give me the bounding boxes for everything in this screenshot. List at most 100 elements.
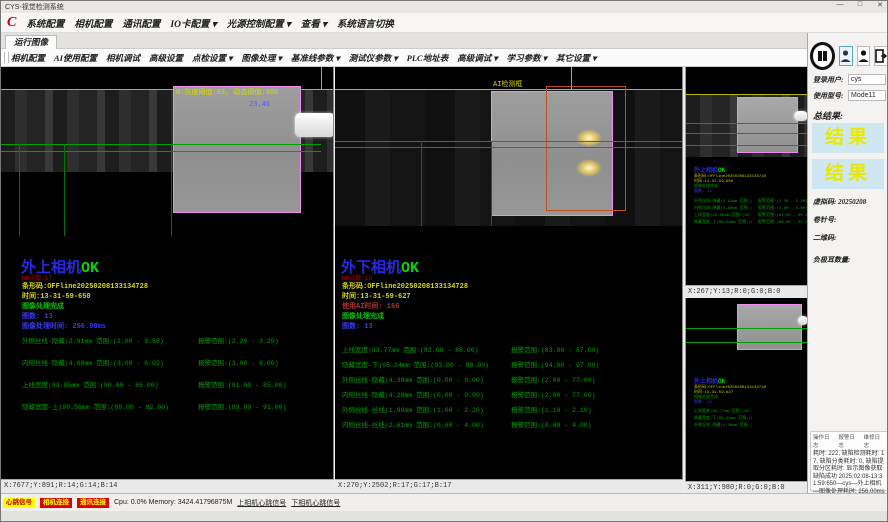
tool-ai-config[interactable]: AI使用配置 — [54, 52, 97, 64]
measurement-alarm: 报警范围:(81.00 - 85.00) — [198, 379, 286, 389]
product-region — [737, 304, 802, 350]
measurement-alarm: 报警范围:(1.10 - 2.10) — [511, 404, 592, 414]
tool-image-processing[interactable]: 图像处理 ▾ — [241, 52, 281, 64]
tool-advanced-debug[interactable]: 高级调试 ▾ — [457, 52, 497, 64]
pin-number-label: 卷针号: — [813, 215, 836, 225]
admin-user-button[interactable] — [857, 46, 870, 66]
measure-line — [686, 145, 807, 146]
tool-tester-params[interactable]: 测试仪参数 ▾ — [349, 52, 398, 64]
tool-other-settings[interactable]: 其它设置 ▾ — [556, 52, 596, 64]
menu-item-camera-config[interactable]: 相机配置 — [74, 16, 112, 30]
title-bar: CYS-视觉检测系统 — □ ✕ — [1, 1, 888, 13]
lower-camera-heartbeat-link[interactable]: 下相机心跳信号 — [291, 498, 340, 508]
tool-camera-config[interactable]: 相机配置 — [11, 52, 45, 64]
cpu-memory-text: Cpu: 0.0% Memory: 3424.41796875M — [114, 499, 232, 506]
measurement-value: 内侧丝线-隐藏|4.28mm 范围:(0.00 - 9.00) — [342, 389, 484, 399]
frame-count: 图数: 13 — [22, 311, 53, 321]
login-user-field[interactable]: cys — [848, 74, 886, 85]
menu-item-system-config[interactable]: 系统配置 — [26, 16, 64, 30]
coords-footer-lower: X:270;Y:2502;R:17;G:17;B:17 — [335, 479, 683, 493]
menu-item-light-control[interactable]: 光源控制配置 ▾ — [227, 16, 291, 30]
minimize-icon[interactable]: — — [833, 1, 847, 9]
heartbeat-badge: 心跳信号 — [3, 498, 35, 508]
ai-time-text: 使用AI时间: 166 — [342, 301, 399, 311]
log-panel[interactable]: 操作日志 报警日志 维修日志 耗时: 222, 缺陷检测耗时: 17, 缺陷分类… — [810, 431, 888, 491]
measure-line — [64, 144, 65, 236]
close-icon[interactable]: ✕ — [873, 1, 887, 9]
measure-line — [686, 133, 807, 134]
app-window: CYS-视觉检测系统 — □ ✕ C 系统配置 相机配置 通讯配置 IO卡配置 … — [0, 0, 888, 522]
tab-strip: 运行图像 — [1, 33, 807, 49]
frame-count: 图数: 13 — [342, 321, 373, 331]
measure-line — [19, 144, 20, 236]
negative-tab-count-label: 负极耳数量: — [813, 255, 850, 265]
product-region — [173, 86, 301, 213]
menu-item-view[interactable]: 查看 ▾ — [301, 16, 327, 30]
tool-learning-params[interactable]: 学习参数 ▾ — [507, 52, 547, 64]
value-osd: 23.46 — [249, 101, 270, 109]
operator-login-button[interactable] — [839, 46, 852, 66]
menu-item-io-card[interactable]: IO卡配置 ▾ — [170, 16, 216, 30]
frame-count: 图数: 13 — [694, 188, 712, 194]
virtual-code-label: 虚拟码: 20250208 — [813, 197, 866, 207]
measurement-value: 外侧丝线-丝线|1.90mm 范围:(1.00 - 2.20) — [342, 404, 484, 414]
tool-plc-address[interactable]: PLC地址表 — [407, 52, 449, 64]
thumbnail-view-bottom[interactable]: 外上相机OK 条形码:OFFline20250208133134728 时间:1… — [685, 298, 807, 481]
thumbnail-view-top[interactable]: 外上相机OK 条形码:OFFline20250208133134728 时间:1… — [685, 67, 807, 285]
menu-item-language[interactable]: 系统语言切换 — [337, 16, 394, 30]
upper-camera-heartbeat-link[interactable]: 上相机心跳信号 — [237, 498, 286, 508]
measurement-alarm: 报警范围:(3.00 - 8.00) — [758, 205, 807, 211]
menu-bar: C 系统配置 相机配置 通讯配置 IO卡配置 ▾ 光源控制配置 ▾ 查看 ▾ 系… — [1, 13, 888, 33]
measurement-value: 外侧丝线-隐藏|2.91mm 范围:(2.00 - 3.50) — [22, 335, 164, 345]
status-bar: 心跳信号 相机连接 通讯连接 Cpu: 0.0% Memory: 3424.41… — [1, 493, 888, 511]
user-icon — [840, 49, 851, 63]
measurement-alarm: 报警范围:(2.20 - 3.20) — [198, 335, 279, 345]
total-result-label: 总结果: — [813, 109, 843, 122]
model-field[interactable]: Mode11 — [848, 90, 886, 101]
pause-button[interactable] — [810, 42, 835, 70]
tool-baseline-params[interactable]: 基准线参数 ▾ — [291, 52, 340, 64]
measure-line — [335, 141, 683, 142]
maximize-icon[interactable]: □ — [853, 1, 867, 9]
measurement-alarm: 报警范围:(2.00 - 77.00) — [511, 374, 596, 384]
measure-line — [686, 123, 807, 124]
exit-door-icon — [875, 49, 887, 63]
result-ok: OK — [401, 260, 419, 277]
tab-run-image[interactable]: 运行图像 — [5, 35, 57, 49]
connector-part — [794, 111, 807, 121]
user-dark-icon — [858, 49, 869, 63]
measurement-value: 隐藏宽度-上|90.56mm 范围:(88.00 - 92.00) — [22, 401, 169, 411]
measurement-alarm: 报警范围:(2.20 - 3.20) — [758, 198, 807, 204]
login-user-label: 登录用户: — [813, 75, 843, 85]
measurement-value: 隐藏宽度-下|95.24mm 范围:(93.00 - 98.00) — [694, 415, 752, 421]
tool-camera-debug[interactable]: 相机调试 — [106, 52, 140, 64]
measurement-value: 上线宽度|83.05mm 范围:(80.00 - 86.00) — [22, 379, 159, 389]
log-tab-alarm[interactable]: 报警日志 — [838, 433, 859, 449]
highlight-spot — [576, 159, 602, 177]
result-ok: OK — [81, 260, 99, 277]
measure-line — [421, 141, 422, 226]
menu-item-comm-config[interactable]: 通讯配置 — [122, 16, 160, 30]
camera-view-upper[interactable]: N:灰度阈值:93, 动态阈值:100 23.46 外上相机OK NG次数:17… — [1, 67, 334, 479]
measurement-value: 隐藏宽度-下|95.24mm 范围:(93.00 - 98.00) — [342, 359, 489, 369]
coords-footer-thumb-top: X:267;Y:13;R:0;G:0;B:0 — [685, 285, 807, 298]
tool-advanced-settings[interactable]: 高级设置 — [149, 52, 183, 64]
ai-box-label: AI检测框 — [493, 79, 522, 89]
log-tab-operation[interactable]: 操作日志 — [813, 433, 834, 449]
toolbar: 相机配置 AI使用配置 相机调试 高级设置 点检设置 ▾ 图像处理 ▾ 基准线参… — [1, 49, 807, 67]
measurement-value: 隐藏宽度-上|90.56mm 范围:(88.00 - 92.00) — [694, 219, 752, 225]
camera-view-lower[interactable]: AI检测框 外下相机OK NG次数:10 条形码:OFFline20250208… — [335, 67, 683, 479]
log-tab-maintenance[interactable]: 维修日志 — [864, 433, 885, 449]
connector-part — [798, 316, 807, 325]
measure-line — [491, 141, 492, 226]
comm-connect-badge: 通讯连接 — [77, 498, 109, 508]
qr-code-label: 二维码: — [813, 233, 836, 243]
exit-button[interactable] — [874, 46, 888, 66]
coords-footer-thumb-bottom: X:311;Y:980;R:0;G:0;B:0 — [685, 481, 807, 493]
measurement-alarm: 报警范围:(81.00 - 85.00) — [758, 212, 807, 218]
model-label: 使用型号: — [813, 91, 843, 101]
bottom-strip — [1, 511, 888, 522]
measurement-alarm: 报警范围:(89.00 - 91.00) — [758, 219, 807, 225]
tool-spot-check[interactable]: 点检设置 ▾ — [192, 52, 232, 64]
measure-line — [686, 342, 807, 343]
